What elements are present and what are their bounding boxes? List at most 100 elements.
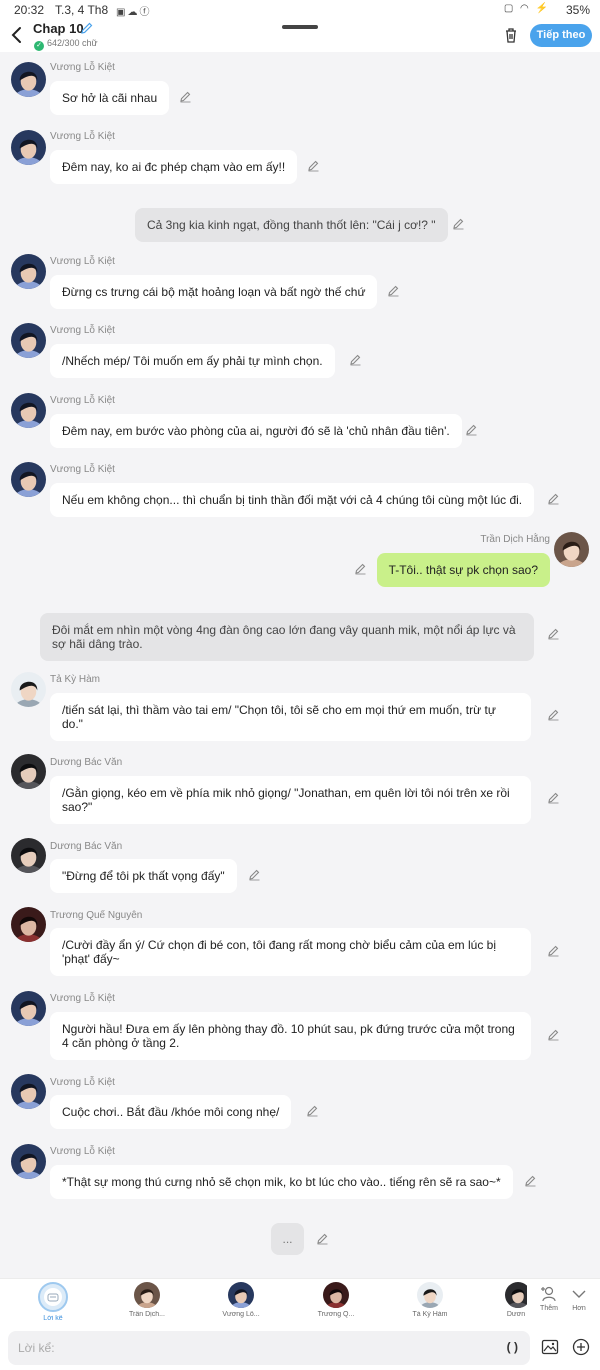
edit-message-icon[interactable] <box>547 708 560 721</box>
parentheses-button[interactable]: ( ) <box>507 1340 518 1354</box>
add-character-button[interactable]: Thêm <box>535 1285 563 1312</box>
avatar-portrait <box>11 254 46 289</box>
edit-message-icon[interactable] <box>547 791 560 804</box>
edit-message-icon[interactable] <box>465 423 478 436</box>
character-option-label: Dươn <box>506 1311 526 1318</box>
message-bubble[interactable]: Đêm nay, em bước vào phòng của ai, người… <box>50 414 462 448</box>
drag-handle[interactable] <box>282 25 318 29</box>
status-date: T.3, 4 Th8 <box>55 3 109 17</box>
word-counter: ✓ 642/300 chữ <box>34 38 98 51</box>
narration-bubble[interactable]: ... <box>271 1223 304 1255</box>
message-bubble[interactable]: Cuộc chơi.. Bắt đầu /khóe môi cong nhẹ/ <box>50 1095 292 1129</box>
character-option-label: Tả Kỳ Hàm <box>412 1311 448 1318</box>
character-name: Trần Dịch Hằng <box>480 534 550 545</box>
add-icon[interactable] <box>572 1338 590 1356</box>
avatar-portrait <box>11 393 46 428</box>
character-option[interactable]: Trương Q... <box>300 1282 372 1318</box>
edit-message-icon[interactable] <box>349 353 362 366</box>
character-option-label: Vương Lỗ... <box>222 1311 260 1318</box>
character-name: Vương Lỗ Kiệt <box>50 131 115 142</box>
avatar[interactable] <box>554 532 589 567</box>
character-name: Tả Kỳ Hàm <box>50 674 101 685</box>
character-name: Vương Lỗ Kiệt <box>50 993 115 1004</box>
edit-message-icon[interactable] <box>547 627 560 640</box>
avatar-portrait <box>11 1144 46 1179</box>
edit-message-icon[interactable] <box>248 868 261 881</box>
message-bubble[interactable]: Đừng cs trưng cái bộ mặt hoảng loạn và b… <box>50 275 378 309</box>
avatar <box>323 1282 349 1308</box>
avatar[interactable] <box>11 838 46 873</box>
message-bubble[interactable]: Đêm nay, ko ai đc phép chạm vào em ấy!! <box>50 150 298 184</box>
avatar-portrait <box>11 323 46 358</box>
avatar-portrait <box>11 754 46 789</box>
avatar-portrait <box>11 991 46 1026</box>
character-name: Dương Bác Văn <box>50 757 123 768</box>
avatar[interactable] <box>11 130 46 165</box>
edit-title-icon[interactable] <box>80 21 94 35</box>
narration-bubble[interactable]: Đôi mắt em nhìn một vòng 4ng đàn ông cao… <box>40 613 534 661</box>
edit-message-icon[interactable] <box>354 562 367 575</box>
avatar <box>417 1282 443 1308</box>
message-bubble[interactable]: "Đừng để tôi pk thất vọng đấy" <box>50 859 237 893</box>
avatar[interactable] <box>11 1074 46 1109</box>
message-bubble[interactable]: Nếu em không chọn... thì chuẩn bị tinh t… <box>50 483 535 517</box>
character-name: Trương Quế Nguyên <box>50 910 143 921</box>
add-character-label: Thêm <box>540 1305 558 1312</box>
composer: ( ) <box>0 1326 600 1370</box>
character-option[interactable]: Dươn <box>505 1282 527 1318</box>
avatar[interactable] <box>11 323 46 358</box>
top-bar: Chap 10 ✓ 642/300 chữ Tiếp theo <box>0 18 600 52</box>
more-button[interactable]: Hơn <box>565 1285 593 1312</box>
character-option[interactable]: Trần Dịch... <box>111 1282 183 1318</box>
message-bubble[interactable]: Người hầu! Đưa em ấy lên phòng thay đồ. … <box>50 1012 531 1060</box>
edit-message-icon[interactable] <box>316 1232 329 1245</box>
avatar[interactable] <box>11 672 46 707</box>
status-time: 20:32 <box>14 3 45 17</box>
character-option[interactable]: Vương Lỗ... <box>205 1282 277 1318</box>
message-bubble[interactable]: /Cười đầy ẩn ý/ Cứ chọn đi bé con, tôi đ… <box>50 928 531 976</box>
message-bubble[interactable]: /tiến sát lại, thì thầm vào tai em/ "Chọ… <box>50 693 531 741</box>
avatar[interactable] <box>11 754 46 789</box>
edit-message-icon[interactable] <box>307 159 320 172</box>
avatar-portrait <box>554 532 589 567</box>
avatar[interactable] <box>11 462 46 497</box>
next-chapter-button[interactable]: Tiếp theo <box>530 24 592 47</box>
message-bubble[interactable]: /Gằn giọng, kéo em về phía mik nhỏ giọng… <box>50 776 531 824</box>
narration-bubble[interactable]: Cả 3ng kia kinh ngạt, đồng thanh thốt lê… <box>135 208 448 242</box>
edit-message-icon[interactable] <box>524 1174 537 1187</box>
message-bubble[interactable]: /Nhếch mép/ Tôi muốn em ấy phải tự mình … <box>50 344 335 378</box>
avatar <box>134 1282 160 1308</box>
edit-message-icon[interactable] <box>452 217 465 230</box>
avatar[interactable] <box>11 254 46 289</box>
avatar-portrait <box>417 1282 443 1308</box>
trash-icon[interactable] <box>502 26 520 44</box>
avatar[interactable] <box>11 907 46 942</box>
avatar-portrait <box>11 838 46 873</box>
message-bubble[interactable]: *Thật sự mong thú cưng nhỏ sẽ chọn mik, … <box>50 1165 513 1199</box>
edit-message-icon[interactable] <box>387 284 400 297</box>
message-input[interactable] <box>18 1340 478 1356</box>
avatar[interactable] <box>11 62 46 97</box>
narration-avatar <box>38 1282 68 1312</box>
edit-message-icon[interactable] <box>547 1028 560 1041</box>
avatar-portrait <box>228 1282 254 1308</box>
avatar[interactable] <box>11 1144 46 1179</box>
avatar-portrait <box>11 907 46 942</box>
character-option-label: Trần Dịch... <box>129 1311 165 1318</box>
character-name: Vương Lỗ Kiệt <box>50 256 115 267</box>
avatar-portrait <box>11 130 46 165</box>
character-option[interactable]: Tả Kỳ Hàm <box>394 1282 466 1318</box>
character-option-narration[interactable]: Lời kể <box>17 1282 89 1322</box>
edit-message-icon[interactable] <box>179 90 192 103</box>
edit-message-icon[interactable] <box>547 944 560 957</box>
avatar[interactable] <box>11 991 46 1026</box>
character-option-label: Trương Q... <box>317 1311 355 1318</box>
edit-message-icon[interactable] <box>547 492 560 505</box>
avatar[interactable] <box>11 393 46 428</box>
image-icon[interactable] <box>541 1338 559 1356</box>
back-arrow-icon[interactable] <box>8 24 28 46</box>
edit-message-icon[interactable] <box>306 1104 319 1117</box>
message-bubble[interactable]: T-Tôi.. thật sự pk chọn sao? <box>376 553 550 587</box>
avatar-portrait <box>11 1074 46 1109</box>
message-bubble[interactable]: Sơ hở là cãi nhau <box>50 81 170 115</box>
